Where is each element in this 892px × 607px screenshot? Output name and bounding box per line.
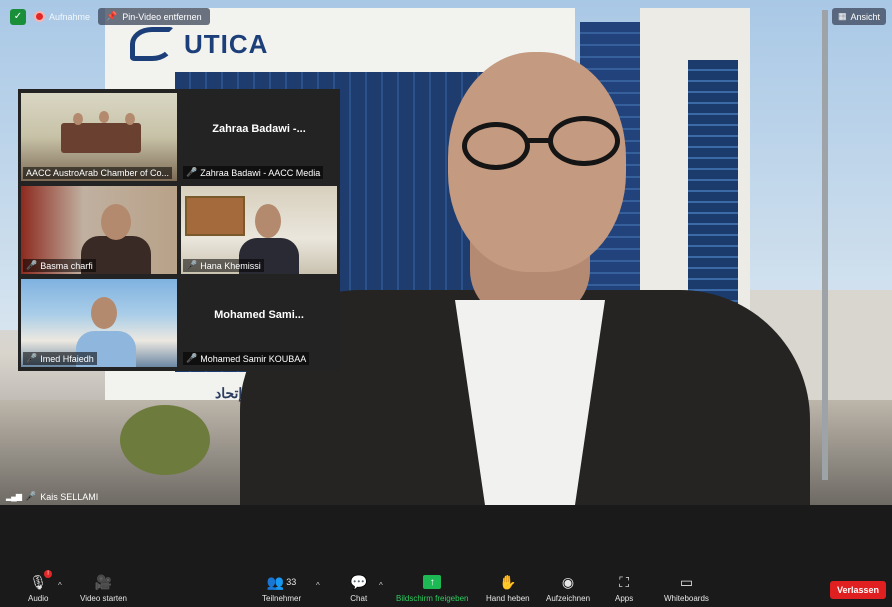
video-off-icon: 🎥 — [94, 573, 113, 590]
participant-name-label: 🎤 Zahraa Badawi - AACC Media — [183, 166, 324, 179]
utica-logo-icon — [130, 27, 174, 61]
hand-icon: ✋ — [499, 573, 517, 590]
participant-tile[interactable]: Mohamed Sami... 🎤 Mohamed Samir KOUBAA — [181, 279, 337, 367]
whiteboards-label: Whiteboards — [664, 594, 709, 603]
participant-avatar — [101, 204, 131, 240]
participants-label: Teilnehmer — [262, 594, 302, 603]
view-label: Ansicht — [850, 11, 880, 22]
whiteboards-button[interactable]: ▭ Whiteboards — [664, 573, 709, 604]
recording-indicator[interactable]: Aufnahme — [34, 11, 90, 22]
active-speaker-name: Kais SELLAMI — [40, 491, 99, 502]
apps-icon: ⛶ — [619, 573, 630, 590]
participant-avatar — [99, 111, 109, 123]
record-button[interactable]: ◉ Aufzeichnen — [546, 573, 591, 604]
mic-muted-icon: 🎤 — [186, 353, 198, 363]
share-screen-button[interactable]: ↑ Bildschirm freigeben — [396, 573, 468, 603]
signal-bars-icon: ▂▄▆ — [6, 492, 22, 501]
view-button[interactable]: ▦ Ansicht — [831, 8, 886, 25]
grid-view-icon: ▦ — [837, 11, 847, 21]
participants-icon: 👥 33 — [266, 573, 297, 590]
audio-label: Audio — [28, 594, 49, 603]
participant-avatar — [255, 204, 281, 238]
unpin-video-button[interactable]: 📌 Pin-Video entfernen — [98, 8, 210, 25]
record-icon: ◉ — [561, 573, 575, 590]
zoom-meeting-window: UTICA إتحاد ✓ Aufnahme 📌 Pin-Video entfe… — [0, 0, 892, 607]
participant-avatar — [73, 113, 83, 125]
microphone-icon: 🎙! — [29, 570, 53, 591]
whiteboard-icon: ▭ — [679, 573, 694, 590]
alert-badge-icon: ! — [44, 570, 53, 578]
mic-muted-icon: 🎤 — [26, 260, 38, 270]
participants-count: 33 — [286, 577, 297, 587]
recording-label: Aufnahme — [49, 11, 91, 22]
glasses-right-lens — [548, 116, 620, 166]
apps-button[interactable]: ⛶ Apps — [615, 573, 634, 604]
audio-button[interactable]: 🎙! Audio — [28, 570, 53, 603]
participant-avatar — [91, 297, 117, 329]
participant-tile[interactable]: AACC AustroArab Chamber of Co... — [21, 93, 177, 181]
facade-sign-text: إتحاد — [215, 387, 243, 402]
participant-display-name: Mohamed Sami... — [214, 309, 304, 321]
building-logo-sign: UTICA — [130, 22, 268, 66]
chat-label: Chat — [350, 594, 368, 603]
leave-meeting-button[interactable]: Verlassen — [829, 581, 886, 599]
unpin-video-label: Pin-Video entfernen — [122, 11, 202, 22]
participant-gallery[interactable]: AACC AustroArab Chamber of Co... Zahraa … — [18, 89, 340, 371]
tree — [120, 405, 210, 475]
participant-tile[interactable]: 🎤 Imed Hfaiedh — [21, 279, 177, 367]
street-lamp — [822, 10, 828, 480]
mic-muted-icon: 🎤 — [186, 167, 198, 177]
chat-button[interactable]: 💬 Chat — [350, 573, 368, 604]
conference-table — [61, 123, 141, 153]
apps-label: Apps — [615, 594, 634, 603]
participant-name-label: 🎤 Imed Hfaiedh — [23, 352, 97, 365]
audio-options-caret-icon[interactable]: ^ — [58, 581, 62, 590]
record-label: Aufzeichnen — [546, 594, 591, 603]
share-screen-icon: ↑ — [423, 573, 442, 591]
pin-icon: 📌 — [106, 11, 118, 21]
participant-name-label: 🎤 Hana Khemissi — [183, 259, 264, 272]
start-video-button[interactable]: 🎥 Video starten — [80, 573, 127, 604]
active-speaker-label: ▂▄▆ 🎤 Kais SELLAMI — [6, 491, 98, 502]
participant-tile[interactable]: 🎤 Basma charfi — [21, 186, 177, 274]
building-sign-text: UTICA — [184, 28, 269, 59]
glasses-bridge — [527, 138, 551, 143]
participants-button[interactable]: 👥 33 Teilnehmer — [262, 573, 302, 604]
mic-muted-icon: 🎤 — [186, 260, 198, 270]
share-screen-label: Bildschirm freigeben — [396, 594, 469, 603]
participant-avatar — [125, 113, 135, 125]
raise-hand-button[interactable]: ✋ Hand heben — [486, 573, 530, 604]
participant-name-label: 🎤 Mohamed Samir KOUBAA — [183, 352, 310, 365]
chat-options-caret-icon[interactable]: ^ — [379, 581, 383, 590]
security-shield-icon[interactable]: ✓ — [10, 8, 26, 25]
start-video-label: Video starten — [80, 594, 127, 603]
chat-bubble-icon: 💬 — [350, 573, 368, 590]
participant-name-label: AACC AustroArab Chamber of Co... — [23, 167, 173, 179]
mic-muted-icon: 🎤 — [24, 491, 37, 501]
participant-display-name: Zahraa Badawi -... — [212, 123, 306, 135]
glasses-left-lens — [462, 122, 530, 170]
recording-dot-icon — [34, 11, 45, 22]
top-status-bar: ✓ Aufnahme 📌 Pin-Video entfernen — [10, 8, 210, 25]
wall-painting — [185, 196, 245, 236]
meeting-toolbar: 🎙! Audio ^ 🎥 Video starten 👥 33 Teilnehme… — [0, 505, 892, 607]
participants-options-caret-icon[interactable]: ^ — [316, 581, 320, 590]
participant-tile[interactable]: 🎤 Hana Khemissi — [181, 186, 337, 274]
participant-name-label: 🎤 Basma charfi — [23, 259, 96, 272]
mic-muted-icon: 🎤 — [26, 353, 38, 363]
participant-tile[interactable]: Zahraa Badawi -... 🎤 Zahraa Badawi - AACC… — [181, 93, 337, 181]
raise-hand-label: Hand heben — [486, 594, 530, 603]
